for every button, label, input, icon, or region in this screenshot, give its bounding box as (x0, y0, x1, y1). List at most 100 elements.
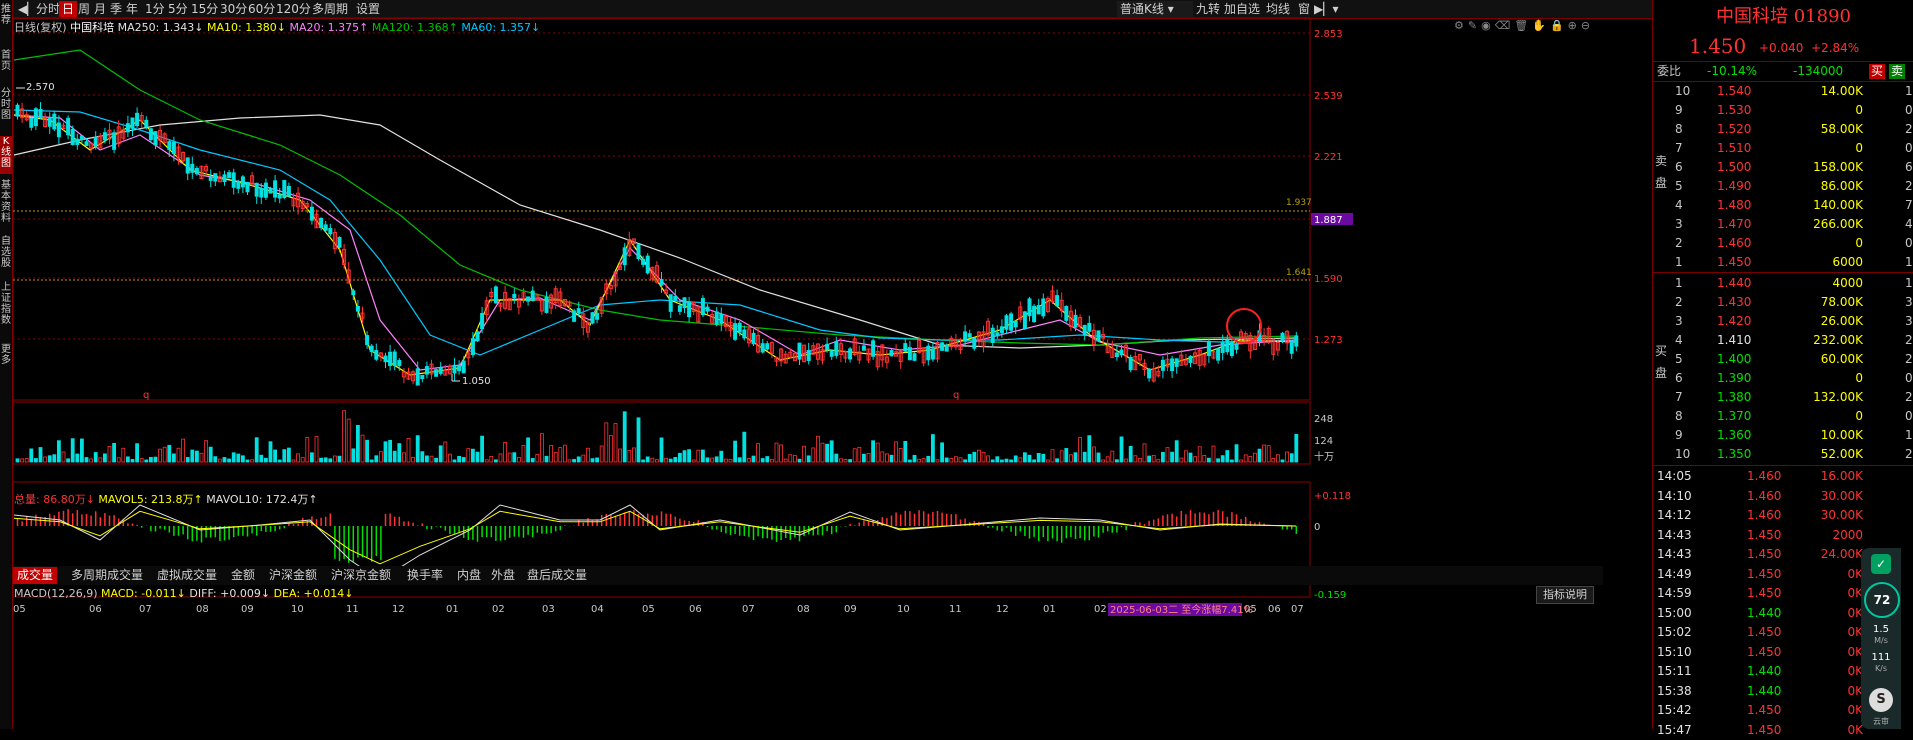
bid-row[interactable]: 2 1.430 78.00K 3 (1653, 293, 1913, 312)
volume-bar (871, 440, 875, 463)
bid-count: 1 (1905, 276, 1913, 290)
volume-bar (365, 439, 370, 463)
tab-turnover[interactable]: 换手率 (403, 567, 447, 584)
bid-count: 0 (1905, 371, 1913, 385)
bid-level: 1 (1675, 276, 1683, 290)
candle (15, 104, 20, 117)
volume-bar (696, 449, 701, 463)
tab-sh-sz-bj-amount[interactable]: 沪深京金额 (327, 567, 395, 584)
volume-bar (231, 452, 236, 463)
ask-row[interactable]: 7 1.510 0 0 (1653, 139, 1913, 158)
volume-bar (1165, 447, 1170, 463)
volume-bar (760, 458, 765, 463)
volume-bar (489, 456, 494, 463)
tool-lock-icon[interactable]: 🔒 (1550, 19, 1568, 32)
tick-time: 15:10 (1657, 644, 1692, 659)
tool-gear-icon[interactable]: ⚙ (1454, 19, 1468, 32)
ask-count: 2 (1905, 122, 1913, 136)
tick-volume: 2000 (1832, 527, 1863, 542)
ask-row[interactable]: 10 1.540 14.00K 1 (1653, 82, 1913, 101)
candle (1087, 322, 1092, 332)
volume-bar (1211, 445, 1216, 463)
candle (871, 340, 876, 357)
bid-row[interactable]: 10 1.350 52.00K 2 (1653, 445, 1913, 464)
tab-amount[interactable]: 金额 (227, 567, 259, 584)
volume-bar (1184, 450, 1188, 463)
volume-bar (245, 459, 250, 463)
candle (1294, 335, 1299, 347)
x-axis-label: 07 (1291, 604, 1304, 615)
buy-button[interactable]: 买 (1869, 64, 1885, 79)
volume-bar (940, 442, 944, 463)
volume-bar (144, 459, 149, 463)
kline-chart[interactable]: 2.8532.5392.2211.8871.5901.2731.8871.937… (0, 0, 1652, 729)
indicator-help-button[interactable]: 指标说明 (1536, 586, 1594, 604)
volume-bar (1078, 437, 1082, 463)
bid-row[interactable]: 9 1.360 10.00K 1 (1653, 426, 1913, 445)
volume-bar (1151, 455, 1156, 463)
speed-widget[interactable]: ✓ 72 1.5 M/s 111 K/s S 云审 (1861, 548, 1901, 729)
volume-mavol5: MAVOL5: 213.8万↑ (98, 493, 203, 506)
tab-volume[interactable]: 成交量 (13, 567, 58, 584)
bid-row[interactable]: 3 1.420 26.00K 3 (1653, 312, 1913, 331)
bid-row[interactable]: 5 1.400 60.00K 2 (1653, 350, 1913, 369)
down-speed-unit: K/s (1874, 664, 1888, 673)
tab-after-hours[interactable]: 盘后成交量 (523, 567, 591, 584)
candle (319, 217, 324, 229)
bid-count: 2 (1905, 352, 1913, 366)
volume-bar (650, 457, 655, 463)
candle (714, 311, 719, 325)
volume-bar (1096, 452, 1101, 463)
volume-bar (1133, 455, 1138, 463)
candle (889, 350, 894, 357)
tool-eraser-icon[interactable]: ⌫ (1495, 19, 1515, 32)
bid-row[interactable]: 1 1.440 4000 1 (1653, 274, 1913, 293)
bid-row[interactable]: 6 1.390 0 0 (1653, 369, 1913, 388)
candle (705, 306, 710, 312)
volume-bar (1262, 444, 1266, 463)
ask-row[interactable]: 6 1.500 158.00K 6 (1653, 158, 1913, 177)
candle (576, 308, 581, 313)
ask-row[interactable]: 3 1.470 266.00K 4 (1653, 215, 1913, 234)
candle (47, 117, 52, 127)
bid-price: 1.400 (1717, 352, 1752, 366)
volume-bar (1101, 459, 1105, 463)
ask-row[interactable]: 2 1.460 0 0 (1653, 234, 1913, 253)
tab-outer[interactable]: 外盘 (487, 567, 519, 584)
volume-bar (420, 451, 425, 463)
volume-bar (889, 454, 894, 463)
tool-zoom-in-icon[interactable]: ⊕ (1568, 19, 1581, 32)
tool-zoom-out-icon[interactable]: ⊖ (1581, 19, 1594, 32)
tick-volume: 0K (1847, 722, 1863, 737)
volume-total: 总量: 86.80万↓ (14, 493, 95, 506)
cloud-icon: S (1869, 688, 1893, 712)
bid-row[interactable]: 7 1.380 132.00K 2 (1653, 388, 1913, 407)
ask-price: 1.470 (1717, 217, 1752, 231)
tab-inner[interactable]: 内盘 (453, 567, 485, 584)
volume-bar (374, 455, 379, 463)
x-axis-label: 01 (1043, 604, 1056, 615)
candle (452, 364, 457, 374)
tool-pen-icon[interactable]: ✎ (1468, 19, 1481, 32)
legend-stock: 中国科培 (70, 21, 115, 34)
candle (351, 290, 356, 296)
volume-bar (1239, 459, 1243, 463)
tab-sh-sz-amount[interactable]: 沪深金额 (265, 567, 321, 584)
ask-row[interactable]: 1 1.450 6000 1 (1653, 253, 1913, 272)
tool-eye-icon[interactable]: ◉ (1481, 19, 1495, 32)
ask-row[interactable]: 4 1.480 140.00K 7 (1653, 196, 1913, 215)
tool-hand-icon[interactable]: ✋ (1532, 19, 1550, 32)
tool-trash-icon[interactable]: 🗑 (1514, 19, 1532, 32)
bid-row[interactable]: 8 1.370 0 0 (1653, 407, 1913, 426)
tick-price: 1.450 (1747, 547, 1782, 561)
ref-label-1641: 1.641 (1286, 268, 1312, 278)
ask-row[interactable]: 5 1.490 86.00K 2 (1653, 177, 1913, 196)
tab-virtual-volume[interactable]: 虚拟成交量 (153, 567, 221, 584)
ask-row[interactable]: 9 1.530 0 0 (1653, 101, 1913, 120)
volume-bar (756, 443, 760, 463)
ask-row[interactable]: 8 1.520 58.00K 2 (1653, 120, 1913, 139)
tab-multi-volume[interactable]: 多周期成交量 (67, 567, 147, 584)
bid-row[interactable]: 4 1.410 232.00K 2 (1653, 331, 1913, 350)
tick-price: 1.450 (1747, 644, 1782, 659)
sell-button[interactable]: 卖 (1889, 64, 1905, 79)
